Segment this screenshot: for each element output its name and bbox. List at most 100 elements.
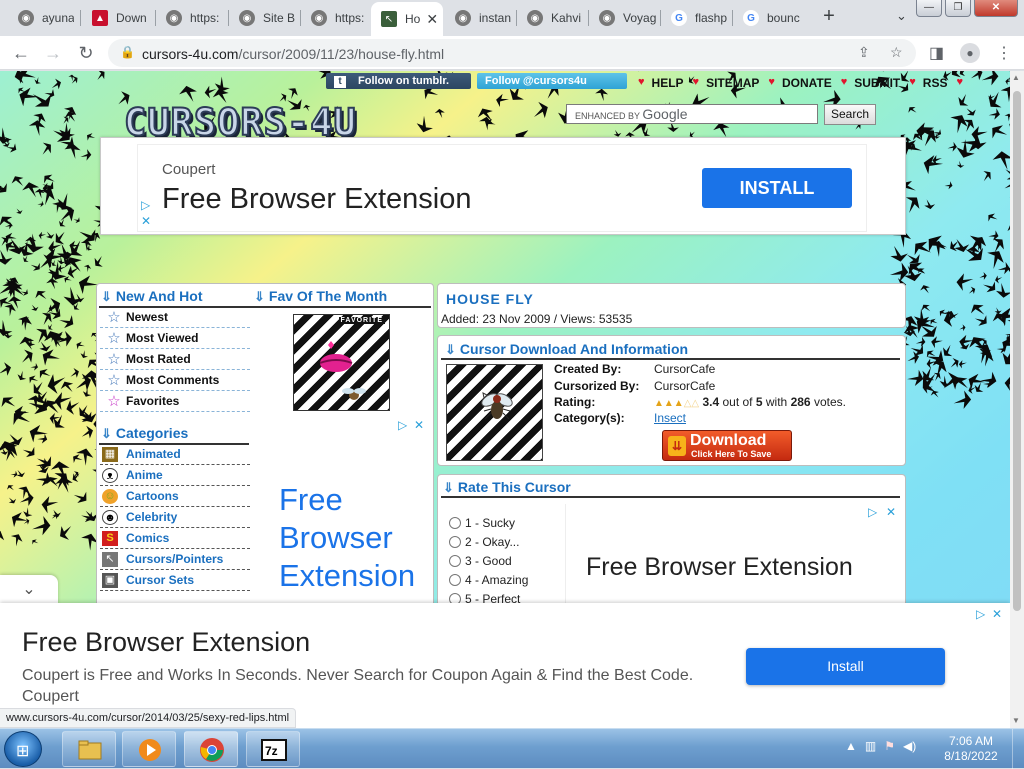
category-celebrity[interactable]: ☻ Celebrity: [100, 507, 250, 528]
adchoices-icon[interactable]: ▷: [976, 607, 985, 621]
folder-icon: [78, 740, 102, 760]
close-window-button[interactable]: ✕: [974, 0, 1018, 17]
taskbar-media-player[interactable]: [122, 731, 176, 767]
radio-button: [449, 536, 461, 548]
tab-1[interactable]: ◉ ayuna: [8, 4, 74, 32]
system-clock[interactable]: 7:06 AM 8/18/2022: [938, 734, 1004, 764]
ad-close-icon[interactable]: ✕: [992, 607, 1002, 621]
menu-kebab-icon[interactable]: ⋮: [996, 43, 1012, 63]
bookmark-star-icon[interactable]: ☆: [890, 44, 903, 61]
rating-option-3[interactable]: 3 - Good: [449, 554, 512, 568]
rating-option-4[interactable]: 4 - Amazing: [449, 573, 528, 587]
tab-9[interactable]: ◉ Voyag: [589, 4, 659, 32]
top-ad-banner[interactable]: Coupert Free Browser Extension INSTALL ▷…: [100, 137, 906, 235]
left-ad-text[interactable]: Free Browser Extension: [279, 481, 415, 595]
bird-silhouette: [46, 278, 59, 290]
bird-silhouette: [37, 433, 48, 444]
volume-icon[interactable]: ◀): [903, 739, 916, 753]
lock-icon: 🔒: [120, 45, 135, 59]
ad-collapse-chevron-icon[interactable]: ⌄: [0, 575, 58, 605]
bottom-ad-title[interactable]: Free Browser Extension: [22, 627, 310, 658]
url-text[interactable]: cursors-4u.com/cursor/2009/11/23/house-f…: [142, 46, 444, 62]
tab-5[interactable]: ◉ https:: [301, 4, 371, 32]
scrollbar-thumb[interactable]: [1013, 91, 1021, 611]
ad-close-icon[interactable]: ✕: [141, 214, 151, 228]
address-bar[interactable]: 🔒 cursors-4u.com/cursor/2009/11/23/house…: [108, 39, 916, 67]
tab-4[interactable]: ◉ Site B: [229, 4, 299, 32]
nav-sitemap[interactable]: SITEMAP: [706, 76, 759, 90]
tab-10[interactable]: G flashp: [661, 4, 731, 32]
reload-icon[interactable]: ↻: [75, 42, 97, 64]
search-input[interactable]: ENHANCED BY Google: [566, 104, 818, 124]
bird-silhouette: [11, 176, 24, 186]
category-cartoons[interactable]: ☺ Cartoons: [100, 486, 250, 507]
tab-search-chevron-icon[interactable]: ⌄: [896, 8, 907, 24]
taskbar-explorer[interactable]: [62, 731, 116, 767]
ad-close-icon[interactable]: ✕: [414, 418, 424, 432]
bird-silhouette: [4, 304, 16, 317]
star-icon: ☆: [107, 309, 121, 326]
bottom-ad-install-button[interactable]: Install: [746, 648, 945, 685]
menu-most-rated[interactable]: ☆ Most Rated: [100, 349, 250, 370]
adchoices-icon[interactable]: ▷: [398, 418, 407, 432]
taskbar-chrome[interactable]: [184, 731, 238, 767]
minimize-button[interactable]: —: [916, 0, 942, 17]
back-arrow-icon[interactable]: ←: [10, 42, 32, 64]
menu-most-viewed[interactable]: ☆ Most Viewed: [100, 328, 250, 349]
network-icon[interactable]: ⚑: [884, 739, 895, 753]
nav-rss[interactable]: RSS: [923, 76, 948, 90]
tab-3[interactable]: ◉ https:: [156, 4, 226, 32]
tumblr-follow-button[interactable]: t Follow on tumblr.: [326, 73, 471, 89]
category-anime[interactable]: ᴥ Anime: [100, 465, 250, 486]
star-icon: ☆: [107, 351, 121, 368]
nav-help[interactable]: HELP: [652, 76, 684, 90]
tab-11[interactable]: G bounc: [733, 4, 805, 32]
start-button[interactable]: ⊞: [4, 731, 42, 767]
menu-favorites[interactable]: ☆ Favorites: [100, 391, 250, 412]
maximize-button[interactable]: ❐: [945, 0, 971, 17]
rating-option-2[interactable]: 2 - Okay...: [449, 535, 519, 549]
tab-7[interactable]: ◉ instan: [445, 4, 515, 32]
house-fly-cursor-preview[interactable]: [446, 364, 543, 461]
tab-label: Voyag: [623, 11, 657, 25]
adchoices-icon[interactable]: ▷: [141, 198, 150, 212]
category-animated[interactable]: ▦ Animated: [100, 444, 250, 465]
rating-option-1[interactable]: 1 - Sucky: [449, 516, 515, 530]
menu-most-comments[interactable]: ☆ Most Comments: [100, 370, 250, 391]
rate-ad-text[interactable]: Free Browser Extension: [586, 553, 853, 582]
search-button[interactable]: Search: [824, 104, 877, 125]
side-panel-icon[interactable]: ◨: [929, 43, 944, 63]
adchoices-icon[interactable]: ▷: [868, 505, 877, 519]
ad-install-button[interactable]: INSTALL: [702, 168, 852, 208]
bird-silhouette: [950, 358, 959, 368]
menu-newest[interactable]: ☆ Newest: [100, 307, 250, 328]
tab-2[interactable]: ▲ Down: [82, 4, 154, 32]
bird-silhouette: [988, 213, 998, 222]
fav-of-month-thumbnail[interactable]: FAVORITE: [293, 314, 390, 411]
nav-donate[interactable]: DONATE: [782, 76, 832, 90]
vertical-scrollbar[interactable]: ▲ ▼: [1010, 71, 1024, 728]
ad-title[interactable]: Free Browser Extension: [162, 183, 471, 216]
tray-app-icon[interactable]: ▥: [865, 739, 876, 753]
cursorized-by-value: CursorCafe: [654, 379, 716, 393]
show-hidden-icons-icon[interactable]: ▲: [845, 739, 857, 753]
download-button[interactable]: ⇊ Download Click Here To Save: [662, 430, 792, 461]
bird-silhouette: [496, 93, 509, 107]
tab-close-icon[interactable]: ✕: [426, 11, 438, 28]
bird-silhouette: [416, 115, 433, 133]
category-comics[interactable]: S Comics: [100, 528, 250, 549]
forward-arrow-icon[interactable]: →: [42, 42, 64, 64]
category-cursor-sets[interactable]: ▣ Cursor Sets: [100, 570, 250, 591]
taskbar-7zip[interactable]: 7z: [246, 731, 300, 767]
ad-close-icon[interactable]: ✕: [886, 505, 896, 519]
new-tab-button[interactable]: +: [818, 6, 840, 28]
tab-8[interactable]: ◉ Kahvi: [517, 4, 587, 32]
profile-avatar-icon[interactable]: ●: [960, 43, 980, 63]
show-desktop-button[interactable]: [1012, 729, 1024, 769]
twitter-follow-button[interactable]: Follow @cursors4u: [477, 73, 627, 89]
nav-submit[interactable]: SUBMIT: [854, 76, 900, 90]
share-icon[interactable]: ⇪: [858, 44, 870, 61]
tab-active-house-fly[interactable]: ↖ Ho ✕: [371, 2, 443, 36]
category-cursors-pointers[interactable]: ↖ Cursors/Pointers: [100, 549, 250, 570]
category-insect-link[interactable]: Insect: [654, 411, 686, 425]
